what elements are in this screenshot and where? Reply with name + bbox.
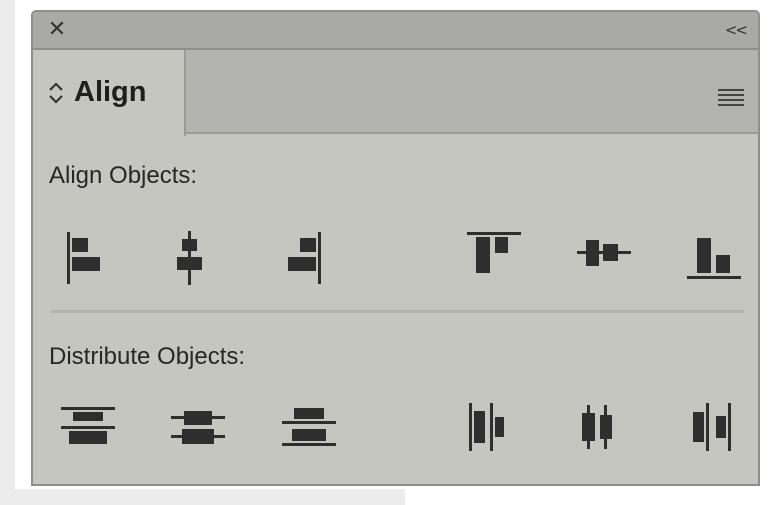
- align-objects-heading: Align Objects:: [49, 162, 198, 189]
- close-icon[interactable]: ✕: [47, 19, 67, 41]
- collapse-panel-button[interactable]: <<: [725, 21, 748, 39]
- distribute-horizontal-centers-button[interactable]: [574, 398, 634, 458]
- tab-align[interactable]: Align: [33, 50, 186, 136]
- distribute-left-edges-icon: [469, 403, 504, 451]
- distribute-bottom-edges-icon: [282, 408, 336, 446]
- background-bottom-strip: [0, 489, 405, 505]
- background-left-strip: [0, 0, 15, 505]
- distribute-right-edges-button[interactable]: [683, 398, 743, 458]
- distribute-top-edges-button[interactable]: [59, 398, 119, 458]
- align-right-edges-button[interactable]: [276, 228, 336, 288]
- distribute-vertical-centers-button[interactable]: [169, 398, 229, 458]
- align-bottom-edges-button[interactable]: [685, 228, 745, 288]
- align-top-edges-button[interactable]: [465, 228, 525, 288]
- distribute-right-edges-icon: [693, 403, 731, 451]
- align-vertical-centers-button[interactable]: [572, 228, 632, 288]
- distribute-objects-heading: Distribute Objects:: [49, 343, 246, 370]
- align-left-edges-button[interactable]: [52, 228, 112, 288]
- align-panel: ✕ << Align Align Objects: Distribute Obj…: [31, 10, 760, 486]
- distribute-left-edges-button[interactable]: [462, 398, 522, 458]
- align-vertical-centers-icon: [577, 240, 631, 266]
- align-bottom-edges-icon: [687, 238, 741, 279]
- align-horizontal-centers-button[interactable]: [159, 228, 219, 288]
- panel-menu-icon[interactable]: [718, 87, 744, 107]
- panel-titlebar: ✕ <<: [33, 12, 758, 50]
- distribute-bottom-edges-button[interactable]: [280, 398, 340, 458]
- distribute-vertical-centers-icon: [171, 411, 225, 444]
- align-left-edges-icon: [67, 232, 100, 284]
- distribute-horizontal-centers-icon: [582, 405, 612, 449]
- tab-strip: Align: [33, 50, 758, 136]
- updown-chevron-icon: [49, 82, 63, 104]
- tab-align-label: Align: [74, 76, 147, 108]
- section-divider: [51, 310, 744, 313]
- align-horizontal-centers-icon: [177, 231, 202, 285]
- align-top-edges-icon: [467, 232, 521, 273]
- align-right-edges-icon: [288, 232, 321, 284]
- distribute-top-edges-icon: [61, 407, 115, 444]
